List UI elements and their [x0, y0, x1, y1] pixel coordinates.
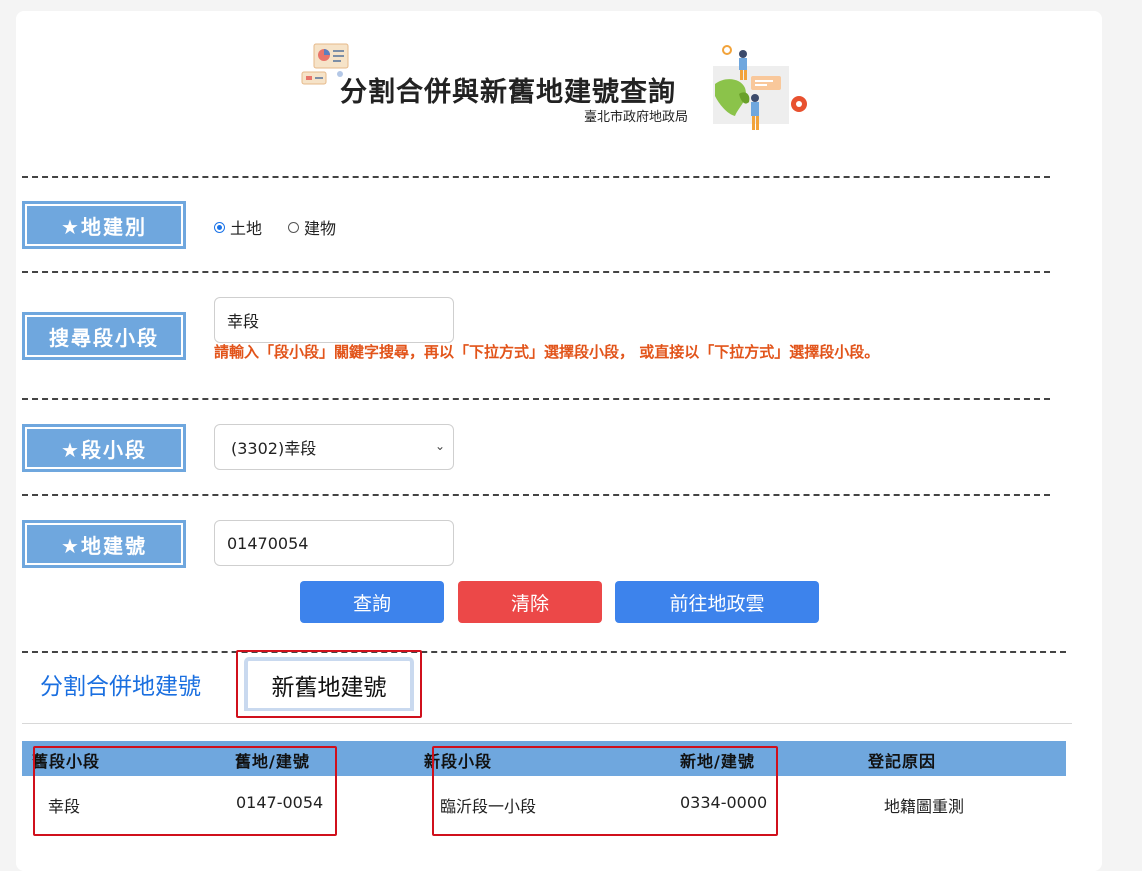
radio-land-label: 土地: [230, 219, 263, 238]
section-label: ★段小段: [22, 424, 186, 472]
section-search-input[interactable]: 幸段: [214, 297, 454, 343]
radio-building-label: 建物: [304, 219, 337, 238]
section-select[interactable]: (3302)幸段 ⌄: [214, 424, 454, 470]
search-label: 搜尋段小段: [22, 312, 186, 360]
new-columns-highlight: [432, 746, 778, 836]
tab-underline: [22, 723, 1072, 724]
radio-land[interactable]: 土地: [214, 215, 262, 239]
type-radio-group: 土地 建物: [214, 215, 362, 239]
divider: [22, 651, 1066, 653]
type-label-text: ★地建別: [25, 204, 183, 246]
page-title: 分割合併與新舊地建號查詢: [340, 77, 676, 108]
type-label: ★地建別: [22, 201, 186, 249]
radio-land-button[interactable]: [214, 221, 225, 233]
tab-new-old[interactable]: 新舊地建號: [244, 657, 414, 711]
tab-highlight-box: 新舊地建號: [236, 650, 422, 718]
old-columns-highlight: [33, 746, 337, 836]
col-reason: 登記原因: [868, 752, 937, 771]
divider: [22, 176, 1050, 178]
radio-building[interactable]: 建物: [288, 215, 336, 239]
clear-button[interactable]: 清除: [458, 581, 602, 623]
radio-building-button[interactable]: [288, 221, 300, 233]
map-people-illustration-icon: [713, 45, 807, 130]
section-search-value: 幸段: [227, 312, 260, 331]
page-header: 分割合併與新舊地建號查詢 臺北市政府地政局: [300, 40, 820, 140]
chevron-down-icon: ⌄: [434, 439, 445, 453]
land-number-value: 01470054: [227, 533, 309, 553]
goto-landcloud-button[interactable]: 前往地政雲: [615, 581, 819, 623]
cell-reason: 地籍圖重測: [884, 797, 965, 816]
section-label-text: ★段小段: [25, 427, 183, 469]
query-button[interactable]: 查詢: [300, 581, 444, 623]
divider: [22, 271, 1050, 273]
page-subtitle: 臺北市政府地政局: [584, 110, 689, 125]
section-select-value: (3302)幸段: [231, 439, 317, 458]
land-number-input[interactable]: 01470054: [214, 520, 454, 566]
divider: [22, 398, 1050, 400]
search-hint: 請輸入「段小段」關鍵字搜尋，再以「下拉方式」選擇段小段， 或直接以「下拉方式」選…: [214, 343, 880, 361]
number-label-text: ★地建號: [25, 523, 183, 565]
tab-split-merge[interactable]: 分割合併地建號: [40, 667, 201, 701]
number-label: ★地建號: [22, 520, 186, 568]
search-label-text: 搜尋段小段: [25, 315, 183, 357]
divider: [22, 494, 1050, 496]
